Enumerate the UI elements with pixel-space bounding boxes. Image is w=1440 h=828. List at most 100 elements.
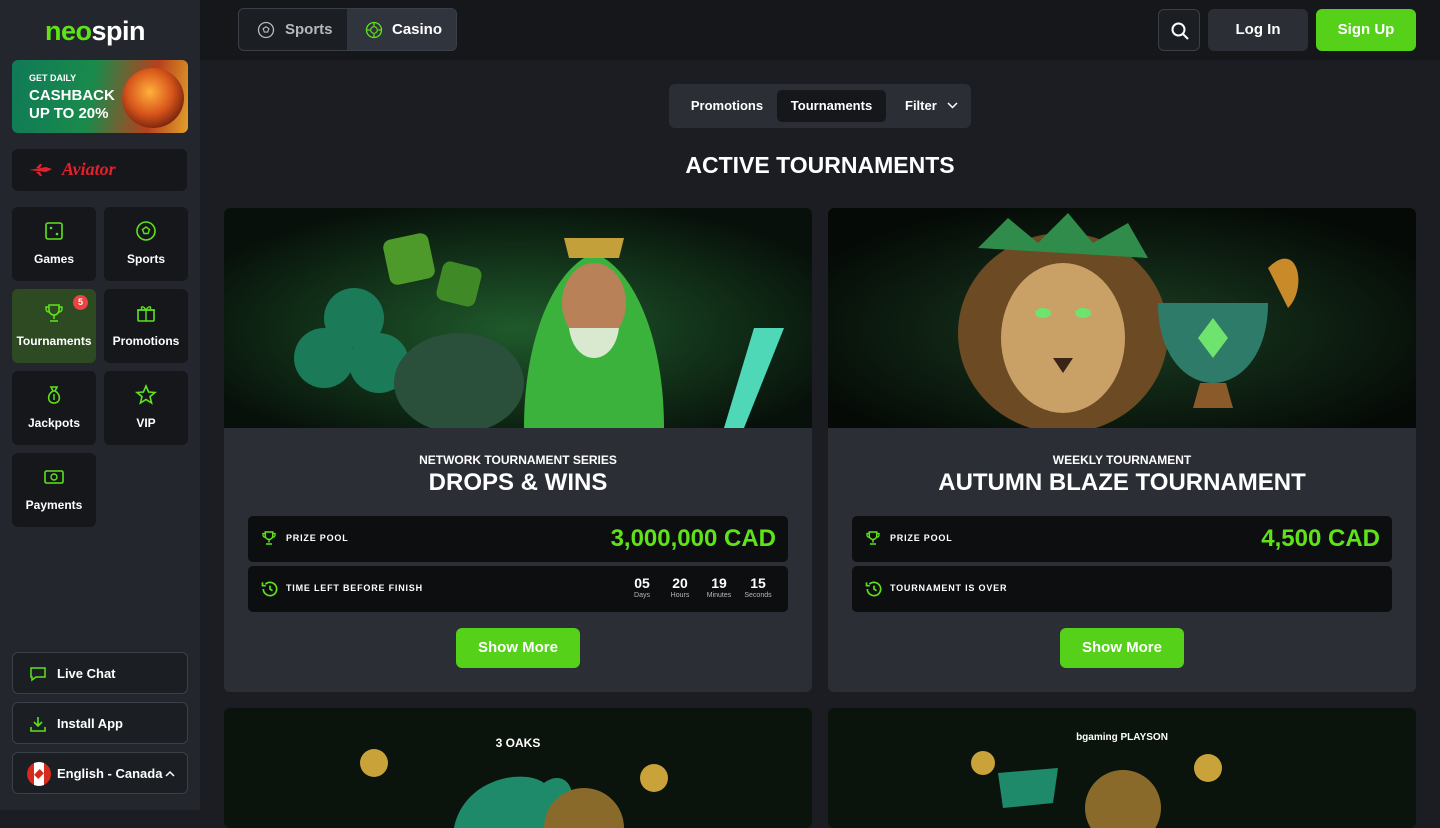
provider-brand: 3 OAKS xyxy=(495,736,541,750)
banknote-icon xyxy=(44,470,64,484)
aviator-label: Aviator xyxy=(62,159,116,179)
cashback-promo-banner[interactable]: GET DAILY CASHBACK UP TO 20% xyxy=(12,60,188,133)
clock-history-icon xyxy=(865,581,882,597)
countdown-value: 05 xyxy=(634,575,650,591)
sidebar-item-label: VIP xyxy=(136,416,156,430)
trophy-icon xyxy=(866,531,880,545)
football-icon xyxy=(136,221,156,241)
countdown-minutes: 19 Minutes xyxy=(700,575,738,599)
tournament-artwork xyxy=(224,708,812,828)
sidebar: neospin GET DAILY CASHBACK UP TO 20% Avi… xyxy=(0,0,200,810)
canada-flag-icon xyxy=(27,762,51,786)
show-more-button[interactable]: Show More xyxy=(1060,628,1184,668)
filter-label: Filter xyxy=(905,98,937,113)
tournament-subtitle: NETWORK TOURNAMENT SERIES xyxy=(419,453,617,467)
logo[interactable]: neospin xyxy=(45,16,146,47)
tournament-artwork xyxy=(828,208,1416,428)
tab-casino-label: Casino xyxy=(392,21,443,38)
countdown-value: 19 xyxy=(711,575,727,591)
sidebar-item-promotions[interactable]: Promotions xyxy=(104,289,188,363)
tournament-status-row: TOURNAMENT IS OVER xyxy=(852,566,1392,612)
aviator-banner[interactable]: Aviator xyxy=(12,149,187,191)
dice-icon xyxy=(45,222,63,240)
tournament-title: DROPS & WINS xyxy=(428,469,608,496)
sidebar-item-label: Tournaments xyxy=(16,334,92,348)
time-left-label: TIME LEFT BEFORE FINISH xyxy=(286,583,423,593)
crab-illustration xyxy=(122,68,184,128)
signup-button[interactable]: Sign Up xyxy=(1316,9,1416,51)
tournament-card[interactable]: bgaming PLAYSON xyxy=(828,708,1416,828)
countdown-value: 20 xyxy=(672,575,688,591)
chevron-up-icon xyxy=(165,770,175,777)
page-title: ACTIVE TOURNAMENTS xyxy=(685,152,955,178)
download-icon xyxy=(30,717,46,732)
sidebar-item-label: Games xyxy=(33,252,75,266)
tab-tournaments[interactable]: Tournaments xyxy=(777,90,886,122)
search-button[interactable] xyxy=(1158,9,1200,51)
top-bar: Sports Casino Log In Sign Up xyxy=(200,0,1440,60)
tournament-card: WEEKLY TOURNAMENT AUTUMN BLAZE TOURNAMEN… xyxy=(828,208,1416,692)
live-chat-label: Live Chat xyxy=(57,666,116,681)
logo-part-1: neo xyxy=(45,16,92,46)
sidebar-item-label: Jackpots xyxy=(27,416,81,430)
cashback-line-1: GET DAILY xyxy=(29,73,77,83)
money-bag-icon xyxy=(47,386,61,404)
countdown-unit: Hours xyxy=(670,592,690,599)
tournaments-count-badge: 5 xyxy=(73,295,88,310)
filter-dropdown[interactable]: Filter xyxy=(889,90,969,122)
sidebar-item-tournaments[interactable]: 5 Tournaments xyxy=(12,289,96,363)
countdown-unit: Minutes xyxy=(706,592,732,599)
install-app-label: Install App xyxy=(57,716,123,731)
casino-chip-icon xyxy=(365,21,383,39)
tab-casino[interactable]: Casino xyxy=(347,9,456,50)
live-chat-button[interactable]: Live Chat xyxy=(12,652,188,694)
plane-icon xyxy=(29,164,52,176)
star-icon xyxy=(134,383,158,405)
install-app-button[interactable]: Install App xyxy=(12,702,188,744)
prize-pool-row: PRIZE POOL 3,000,000 CAD xyxy=(248,516,788,562)
prize-pool-amount: 4,500 CAD xyxy=(1261,525,1380,552)
tournament-card: NETWORK TOURNAMENT SERIES DROPS & WINS P… xyxy=(224,208,812,692)
sidebar-item-games[interactable]: Games xyxy=(12,207,96,281)
sidebar-item-jackpots[interactable]: Jackpots xyxy=(12,371,96,445)
show-more-button[interactable]: Show More xyxy=(456,628,580,668)
tournament-artwork xyxy=(224,208,812,428)
sidebar-item-vip[interactable]: VIP xyxy=(104,371,188,445)
tournament-artwork xyxy=(828,708,1416,828)
countdown-value: 15 xyxy=(750,575,766,591)
cashback-line-2: CASHBACK xyxy=(29,87,115,104)
sports-casino-switch: Sports Casino xyxy=(238,8,457,51)
tournament-title: AUTUMN BLAZE TOURNAMENT xyxy=(938,469,1306,496)
sidebar-item-label: Sports xyxy=(126,252,165,266)
prize-pool-label: PRIZE POOL xyxy=(890,533,953,543)
trophy-icon xyxy=(45,304,63,322)
tab-sports[interactable]: Sports xyxy=(239,9,347,50)
tournament-status-label: TOURNAMENT IS OVER xyxy=(890,583,1008,593)
cashback-line-3: UP TO 20% xyxy=(29,105,109,122)
countdown-seconds: 15 Seconds xyxy=(739,575,777,599)
countdown-unit: Days xyxy=(634,592,650,599)
search-icon xyxy=(1171,22,1189,40)
login-button[interactable]: Log In xyxy=(1208,9,1308,51)
tournament-card[interactable]: 3 OAKS xyxy=(224,708,812,828)
language-selector[interactable]: English - Canada xyxy=(12,752,188,794)
trophy-icon xyxy=(262,531,276,545)
clock-history-icon xyxy=(261,581,278,597)
promo-tabs: Promotions Tournaments Filter xyxy=(669,84,971,128)
provider-brand: bgaming PLAYSON xyxy=(1076,732,1168,743)
countdown-days: 05 Days xyxy=(623,575,661,599)
sidebar-item-label: Promotions xyxy=(112,334,180,348)
prize-pool-amount: 3,000,000 CAD xyxy=(610,525,776,552)
prize-pool-label: PRIZE POOL xyxy=(286,533,349,543)
tournament-subtitle: WEEKLY TOURNAMENT xyxy=(1052,453,1192,467)
sidebar-item-label: Payments xyxy=(25,498,83,512)
sidebar-item-payments[interactable]: Payments xyxy=(12,453,96,527)
chevron-down-icon xyxy=(947,102,958,109)
sidebar-item-sports[interactable]: Sports xyxy=(104,207,188,281)
logo-part-2: spin xyxy=(91,16,146,46)
tab-promotions[interactable]: Promotions xyxy=(677,90,777,122)
countdown-unit: Seconds xyxy=(744,592,772,599)
countdown-hours: 20 Hours xyxy=(661,575,699,599)
gift-icon xyxy=(137,306,155,322)
football-icon xyxy=(257,21,275,39)
